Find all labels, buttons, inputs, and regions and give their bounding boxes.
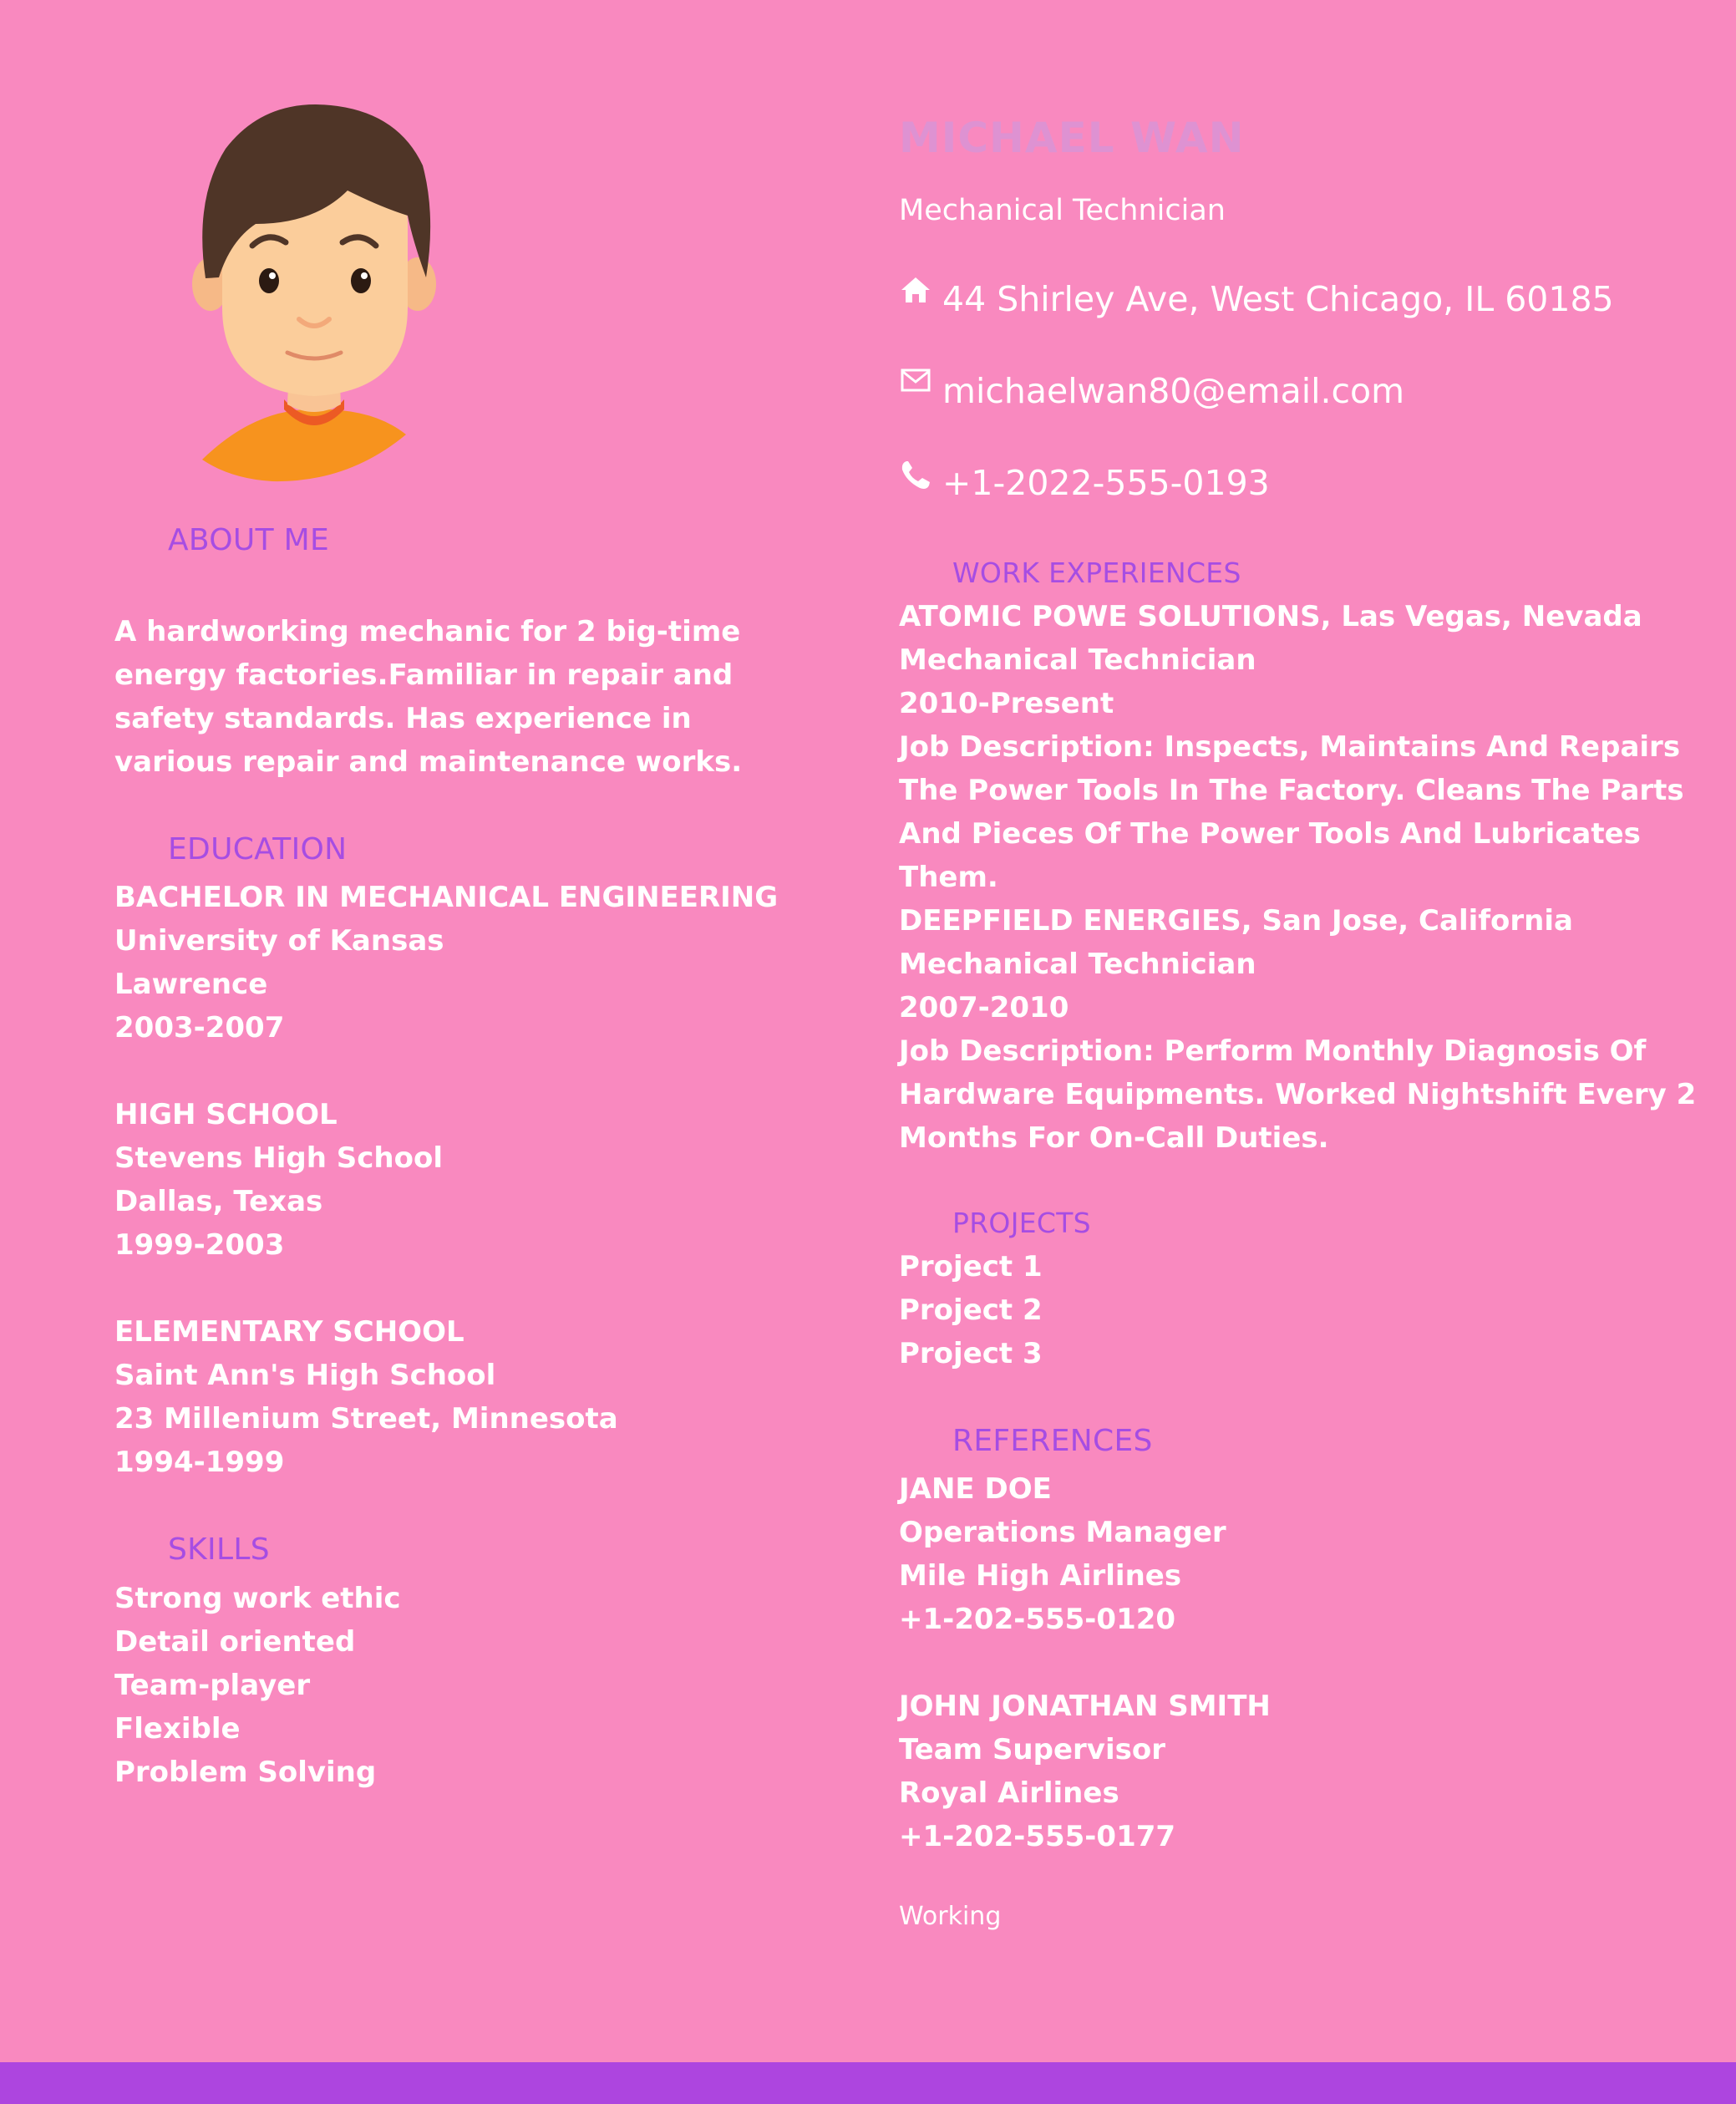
phone-icon [899,460,932,493]
work-entry: ATOMIC POWE SOLUTIONS, Las Vegas, Nevada… [899,595,1734,899]
reference-entry: JANE DOE Operations Manager Mile High Ai… [899,1467,1226,1641]
education-degree: HIGH SCHOOL [114,1098,338,1131]
skills-list: Strong work ethic Detail oriented Team-p… [114,1577,401,1794]
email-line: michaelwan80@email.com [899,368,1404,411]
project-item: Project 3 [899,1337,1043,1370]
project-item: Project 2 [899,1293,1043,1327]
education-degree: BACHELOR IN MECHANICAL ENGINEERING [114,881,779,914]
reference-position: Operations Manager [899,1516,1226,1549]
work-company: DEEPFIELD ENERGIES, San Jose, California [899,904,1573,938]
project-item: Project 1 [899,1250,1043,1283]
education-school: Saint Ann's High School [114,1359,496,1392]
work-years: 2007-2010 [899,991,1069,1024]
address-line: 44 Shirley Ave, West Chicago, IL 60185 [899,276,1614,319]
education-location: Dallas, Texas [114,1185,323,1218]
reference-company: Mile High Airlines [899,1559,1182,1593]
address-text: 44 Shirley Ave, West Chicago, IL 60185 [942,279,1614,319]
education-location: 23 Millenium Street, Minnesota [114,1402,618,1436]
work-heading: WORK EXPERIENCES [952,556,1241,589]
work-company: ATOMIC POWE SOLUTIONS, Las Vegas, Nevada [899,600,1642,633]
education-entry: ELEMENTARY SCHOOL Saint Ann's High Schoo… [114,1310,618,1484]
education-degree: ELEMENTARY SCHOOL [114,1315,464,1349]
education-school: Stevens High School [114,1141,444,1175]
reference-entry: JOHN JONATHAN SMITH Team Supervisor Roya… [899,1685,1271,1858]
skill-item: Flexible [114,1712,241,1746]
about-heading: ABOUT ME [168,523,330,557]
education-location: Lawrence [114,968,268,1001]
education-heading: EDUCATION [168,832,348,867]
skill-item: Problem Solving [114,1756,377,1789]
reference-phone: +1-202-555-0177 [899,1820,1176,1853]
education-years: 1994-1999 [114,1446,285,1479]
work-entry: DEEPFIELD ENERGIES, San Jose, California… [899,899,1701,1160]
work-description: Job Description: Inspects, Maintains And… [899,730,1684,894]
reference-company: Royal Airlines [899,1776,1119,1810]
bottom-bar [0,2062,1736,2104]
envelope-icon [899,368,932,401]
education-school: University of Kansas [114,924,444,958]
email-text[interactable]: michaelwan80@email.com [942,371,1404,411]
education-entry: BACHELOR IN MECHANICAL ENGINEERING Unive… [114,876,778,1049]
reference-position: Team Supervisor [899,1733,1165,1766]
home-icon [899,276,932,309]
reference-name: JANE DOE [899,1472,1052,1506]
skill-item: Team-player [114,1669,311,1702]
work-years: 2010-Present [899,687,1114,720]
education-years: 1999-2003 [114,1228,285,1262]
projects-heading: PROJECTS [952,1207,1091,1239]
skill-item: Strong work ethic [114,1582,401,1615]
phone-line: +1-2022-555-0193 [899,460,1270,503]
references-heading: REFERENCES [952,1424,1153,1458]
work-role: Mechanical Technician [899,643,1256,677]
education-entry: HIGH SCHOOL Stevens High School Dallas, … [114,1093,443,1267]
phone-text[interactable]: +1-2022-555-0193 [942,463,1270,503]
candidate-name: MICHAEL WAN [899,114,1245,162]
skill-item: Detail oriented [114,1625,356,1659]
education-years: 2003-2007 [114,1011,285,1044]
avatar [192,104,436,482]
work-role: Mechanical Technician [899,948,1256,981]
reference-phone: +1-202-555-0120 [899,1603,1176,1636]
about-text: A hardworking mechanic for 2 big-time en… [114,615,743,779]
footer-note: Working [899,1902,1002,1931]
projects-list: Project 1 Project 2 Project 3 [899,1245,1043,1375]
reference-name: JOHN JONATHAN SMITH [899,1690,1271,1723]
job-title: Mechanical Technician [899,194,1226,227]
work-description: Job Description: Perform Monthly Diagnos… [899,1034,1697,1155]
skills-heading: SKILLS [168,1532,270,1567]
